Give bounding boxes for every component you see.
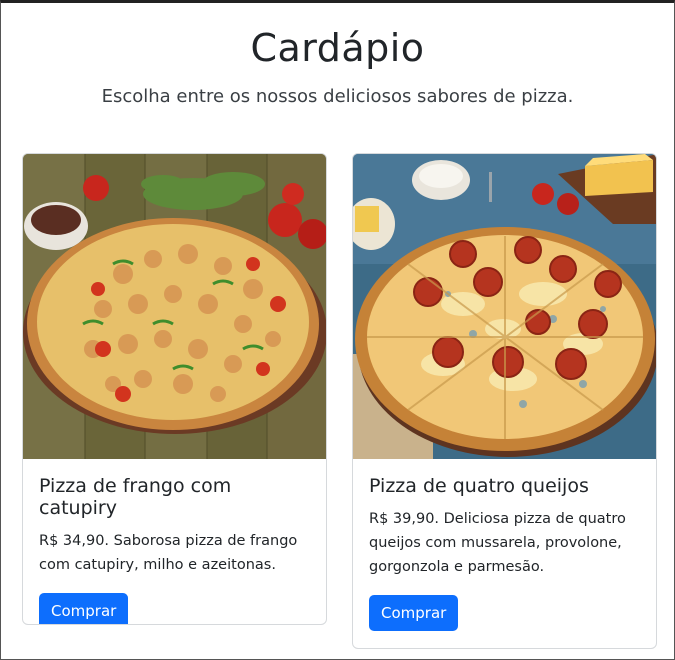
product-card-quatro-queijos: Pizza de quatro queijos R$ 39,90. Delici… <box>352 153 657 649</box>
product-card-frango: Pizza de frango com catupiry R$ 34,90. S… <box>22 153 327 625</box>
product-description: R$ 34,90. Saborosa pizza de frango com c… <box>39 533 298 573</box>
buy-button[interactable]: Comprar <box>369 595 459 631</box>
product-title: Pizza de frango com catupiry <box>39 475 232 519</box>
page-title: Cardápio <box>250 26 425 70</box>
product-description: R$ 39,90. Deliciosa pizza de quatro quei… <box>369 511 626 575</box>
buy-button[interactable]: Comprar <box>39 593 129 624</box>
pizza-frango-image <box>23 154 326 459</box>
product-title: Pizza de quatro queijos <box>369 475 589 497</box>
pizza-quatro-queijos-image <box>353 154 656 459</box>
page-subtitle: Escolha entre os nossos deliciosos sabor… <box>101 86 574 107</box>
